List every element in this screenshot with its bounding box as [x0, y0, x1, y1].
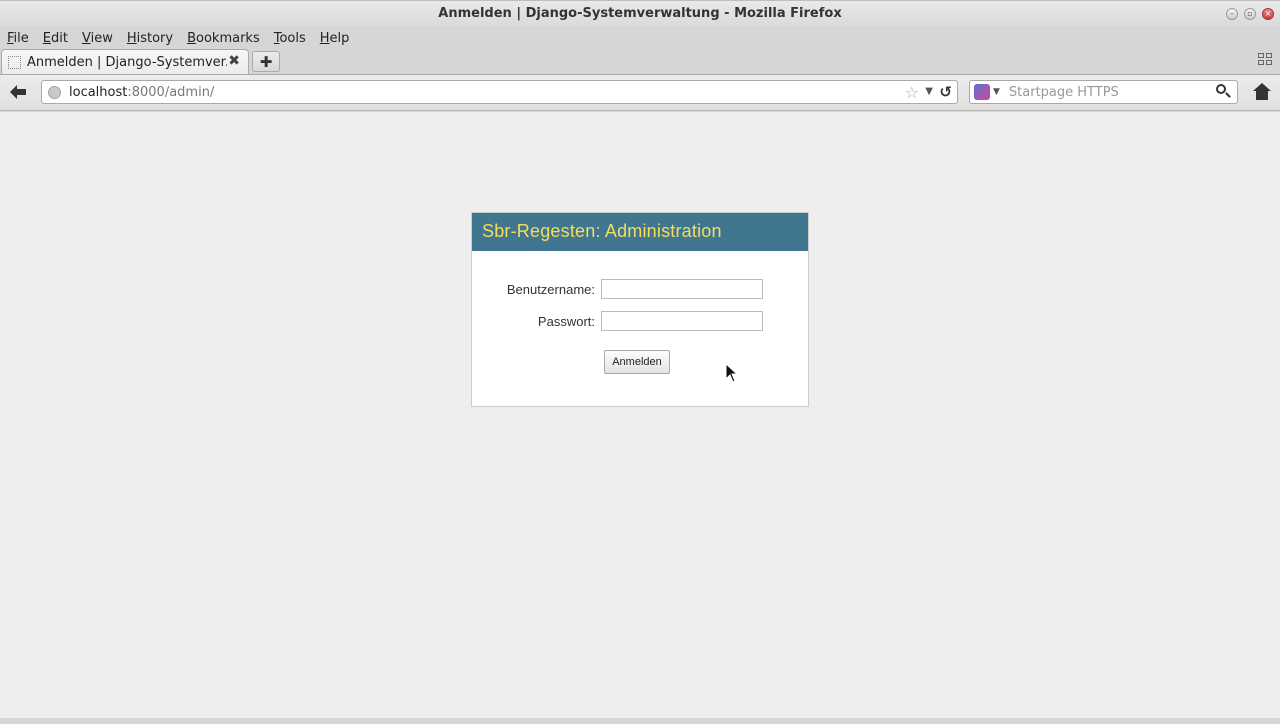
username-row: Benutzername: [472, 279, 808, 301]
menu-edit[interactable]: Edit [43, 31, 68, 46]
close-tab-icon[interactable]: ✖ [228, 53, 240, 69]
menu-file[interactable]: File [7, 31, 29, 46]
username-label: Benutzername: [506, 282, 595, 297]
bookmark-star-icon[interactable]: ☆ [905, 83, 919, 102]
search-bar[interactable]: ▼ [969, 80, 1238, 104]
status-bar [0, 718, 1280, 724]
back-arrow-icon [10, 85, 26, 99]
username-field[interactable] [601, 279, 763, 299]
menu-help[interactable]: Help [320, 31, 350, 46]
url-host: localhost [69, 84, 128, 100]
search-engine-dropdown-icon[interactable]: ▼ [993, 87, 1000, 97]
maximize-icon[interactable]: ▫ [1244, 8, 1256, 20]
site-identity-icon[interactable] [48, 85, 61, 99]
menu-tools[interactable]: Tools [274, 31, 306, 46]
menu-bar: File Edit View History Bookmarks Tools H… [0, 27, 1280, 49]
login-header: Sbr-Regesten: Administration [472, 213, 808, 251]
url-path: :8000/admin/ [127, 84, 215, 100]
window-title: Anmelden | Django-Systemverwaltung - Moz… [438, 6, 842, 21]
menu-history[interactable]: History [127, 31, 173, 46]
tab-bar: Anmelden | Django-Systemver... ✖ ✚ [0, 49, 1280, 74]
search-icon[interactable] [1215, 83, 1233, 101]
new-tab-button[interactable]: ✚ [252, 51, 280, 72]
home-icon[interactable] [1252, 83, 1272, 101]
search-input[interactable] [1008, 84, 1214, 100]
tab-anmelden[interactable]: Anmelden | Django-Systemver... ✖ [1, 49, 249, 74]
history-dropdown-icon[interactable]: ▼ [925, 86, 933, 97]
page-favicon-icon [8, 55, 21, 69]
url-bar[interactable]: localhost:8000/admin/ ☆ ▼ ↺ [41, 80, 958, 104]
password-label: Passwort: [537, 314, 595, 329]
search-engine-icon[interactable] [974, 84, 990, 100]
reload-icon[interactable]: ↺ [939, 83, 952, 101]
login-box: Sbr-Regesten: Administration Benutzernam… [471, 212, 809, 407]
minimize-icon[interactable]: – [1226, 8, 1238, 20]
window-titlebar: Anmelden | Django-Systemverwaltung - Moz… [0, 0, 1280, 27]
tab-groups-icon[interactable] [1258, 53, 1274, 67]
window-controls: – ▫ × [1226, 8, 1274, 20]
menu-view[interactable]: View [82, 31, 113, 46]
page-content: Sbr-Regesten: Administration Benutzernam… [0, 112, 1280, 718]
login-button[interactable]: Anmelden [604, 350, 670, 374]
close-window-icon[interactable]: × [1262, 8, 1274, 20]
password-field[interactable] [601, 311, 763, 331]
menu-bookmarks[interactable]: Bookmarks [187, 31, 260, 46]
password-row: Passwort: [472, 311, 808, 333]
back-button[interactable] [8, 82, 28, 102]
site-title: Sbr-Regesten: Administration [482, 221, 722, 241]
navigation-toolbar: localhost:8000/admin/ ☆ ▼ ↺ ▼ [0, 74, 1280, 111]
tab-label: Anmelden | Django-Systemver... [27, 54, 227, 70]
